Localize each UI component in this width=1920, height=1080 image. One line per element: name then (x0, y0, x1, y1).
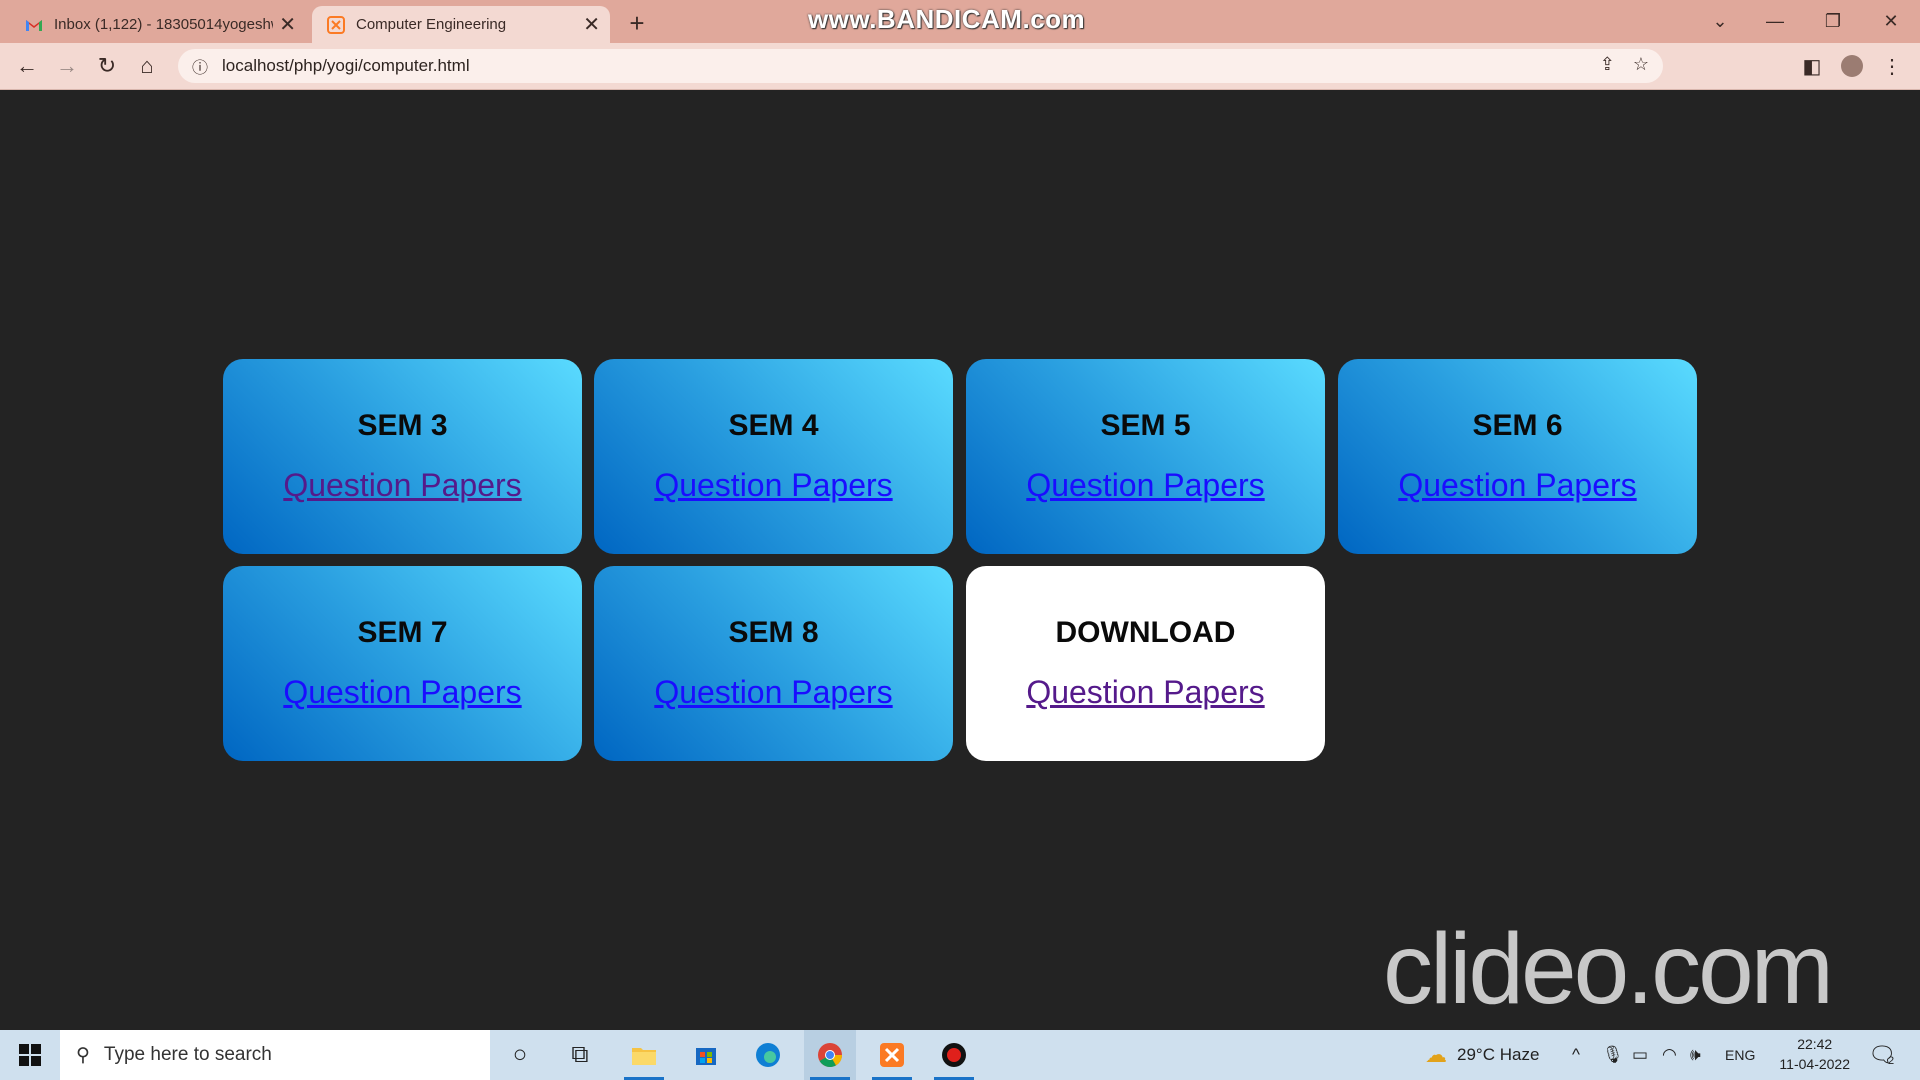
question-papers-link[interactable]: Question Papers (654, 467, 892, 504)
address-bar-row: ← → ↻ ⌂ ⓘ localhost/php/yogi/computer.ht… (0, 43, 1920, 90)
share-icon[interactable]: ⇪ (1600, 54, 1615, 75)
show-hidden-icons-chevron-icon[interactable]: ^ (1572, 1030, 1580, 1080)
bookmark-star-icon[interactable]: ☆ (1633, 54, 1649, 75)
card-sem-3: SEM 3 Question Papers (223, 359, 582, 554)
card-heading: SEM 7 (357, 616, 448, 649)
cortana-icon[interactable]: ○ (494, 1030, 546, 1080)
bandicam-watermark: www.BANDICAM.com (808, 4, 1086, 34)
taskbar: ⚲ Type here to search ○ ⧉ ☁ 29°C Haze ^ … (0, 1030, 1920, 1080)
new-tab-button[interactable]: + (622, 8, 652, 38)
minimize-icon[interactable]: — (1755, 6, 1795, 36)
edge-icon[interactable] (742, 1030, 794, 1080)
tab-title: Computer Engineering (356, 16, 507, 33)
windows-start-icon[interactable] (0, 1030, 60, 1080)
clock-time: 22:42 (1797, 1036, 1833, 1052)
weather-widget[interactable]: ☁ 29°C Haze (1425, 1030, 1539, 1080)
search-icon: ⚲ (76, 1044, 90, 1066)
card-heading: SEM 8 (728, 616, 819, 649)
language-indicator[interactable]: ENG (1725, 1030, 1755, 1080)
home-icon[interactable]: ⌂ (131, 50, 163, 82)
clock[interactable]: 22:42 11-04-2022 (1779, 1034, 1850, 1074)
battery-icon[interactable]: ▭ (1632, 1030, 1648, 1080)
xampp-icon (326, 15, 346, 35)
card-sem-7: SEM 7 Question Papers (223, 566, 582, 761)
clideo-watermark: clideo.com (1383, 913, 1834, 1025)
question-papers-link[interactable]: Question Papers (1398, 467, 1636, 504)
volume-icon[interactable]: 🕪 (1690, 1030, 1701, 1080)
notification-count: 2 (1887, 1055, 1895, 1067)
haze-weather-icon: ☁ (1425, 1042, 1447, 1067)
card-sem-8: SEM 8 Question Papers (594, 566, 953, 761)
task-view-icon[interactable]: ⧉ (554, 1030, 606, 1080)
card-download: DOWNLOAD Question Papers (966, 566, 1325, 761)
notification-center-icon[interactable]: 🗨 2 (1868, 1030, 1896, 1080)
tab-search-icon[interactable]: ⌄ (1700, 6, 1740, 36)
info-icon[interactable]: ⓘ (192, 54, 208, 78)
close-tab-icon[interactable]: ✕ (583, 12, 600, 37)
url-input[interactable]: ⓘ localhost/php/yogi/computer.html ⇪ ☆ (178, 49, 1663, 83)
reload-icon[interactable]: ↻ (91, 50, 123, 82)
search-placeholder: Type here to search (103, 1044, 272, 1065)
card-heading: SEM 6 (1472, 409, 1563, 442)
taskbar-search-input[interactable]: ⚲ Type here to search (60, 1030, 490, 1080)
card-heading: SEM 5 (1100, 409, 1191, 442)
tab-computer-engineering[interactable]: Computer Engineering ✕ (312, 6, 610, 43)
side-panel-icon[interactable]: ◧ (1796, 50, 1828, 82)
tab-title: Inbox (1,122) - 18305014yogeshw (54, 16, 274, 33)
profile-avatar[interactable] (1836, 50, 1868, 82)
question-papers-link[interactable]: Question Papers (283, 467, 521, 504)
card-heading: DOWNLOAD (1055, 616, 1236, 649)
question-papers-link[interactable]: Question Papers (654, 674, 892, 711)
restore-icon[interactable]: ❐ (1813, 6, 1853, 36)
xampp-taskbar-icon[interactable] (866, 1030, 918, 1080)
question-papers-link[interactable]: Question Papers (1026, 674, 1264, 711)
card-sem-5: SEM 5 Question Papers (966, 359, 1325, 554)
url-text: localhost/php/yogi/computer.html (222, 56, 470, 75)
bandicam-record-icon[interactable] (928, 1030, 980, 1080)
microsoft-store-icon[interactable] (680, 1030, 732, 1080)
forward-arrow-icon[interactable]: → (51, 50, 83, 82)
question-papers-link[interactable]: Question Papers (283, 674, 521, 711)
close-window-icon[interactable]: ✕ (1871, 6, 1911, 36)
card-sem-4: SEM 4 Question Papers (594, 359, 953, 554)
back-arrow-icon[interactable]: ← (11, 50, 43, 82)
weather-text: 29°C Haze (1457, 1045, 1540, 1064)
file-explorer-icon[interactable] (618, 1030, 670, 1080)
card-heading: SEM 3 (357, 409, 448, 442)
browser-tab-strip: Inbox (1,122) - 18305014yogeshw ✕ Comput… (0, 0, 1920, 43)
wifi-icon[interactable]: ◠ (1662, 1030, 1677, 1080)
close-tab-icon[interactable]: ✕ (279, 12, 296, 37)
question-papers-link[interactable]: Question Papers (1026, 467, 1264, 504)
microphone-icon[interactable]: 🎙 (1602, 1030, 1624, 1080)
gmail-icon (24, 15, 44, 35)
chrome-icon[interactable] (804, 1030, 856, 1080)
card-heading: SEM 4 (728, 409, 819, 442)
card-sem-6: SEM 6 Question Papers (1338, 359, 1697, 554)
menu-kebab-icon[interactable]: ⋮ (1876, 50, 1908, 82)
clock-date: 11-04-2022 (1779, 1056, 1850, 1072)
tab-inbox[interactable]: Inbox (1,122) - 18305014yogeshw ✕ (10, 6, 306, 43)
